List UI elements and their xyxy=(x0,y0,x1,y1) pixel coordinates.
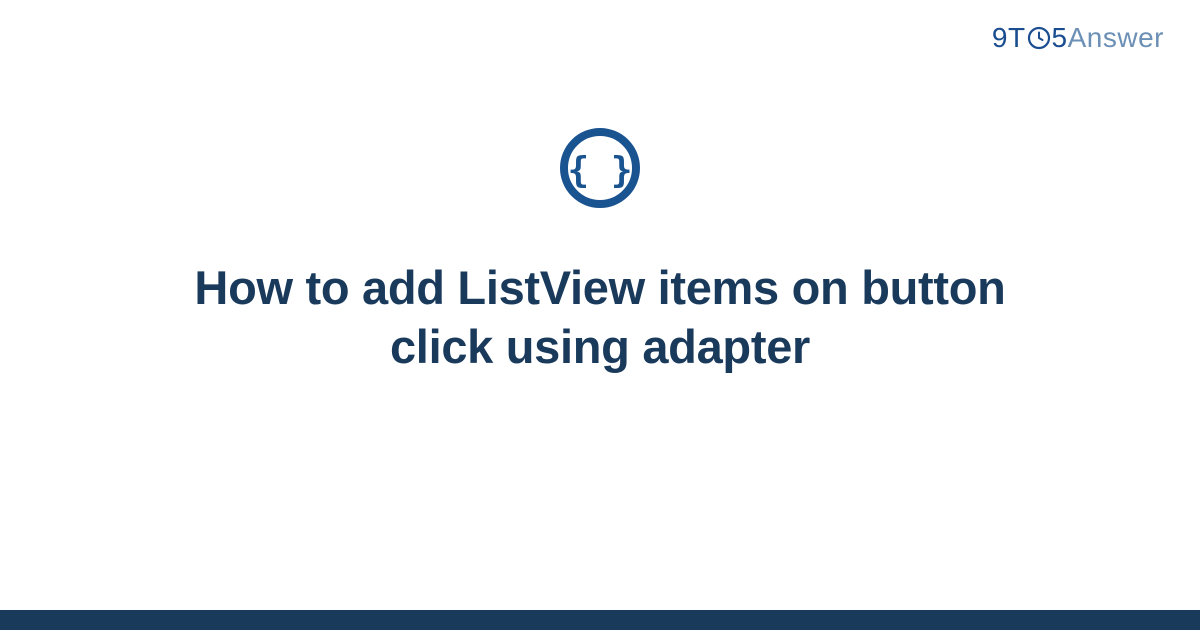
main-content: { } How to add ListView items on button … xyxy=(0,126,1200,377)
brand-nine: 9 xyxy=(992,22,1008,54)
brand-t: T xyxy=(1008,22,1026,54)
brand-logo: 9 T 5 Answer xyxy=(992,22,1164,54)
page-title: How to add ListView items on button clic… xyxy=(150,259,1050,377)
clock-icon xyxy=(1027,26,1051,50)
footer-bar xyxy=(0,610,1200,630)
code-category-icon: { } xyxy=(558,126,642,215)
brand-five: 5 xyxy=(1052,22,1068,54)
svg-text:{ }: { } xyxy=(567,150,632,191)
brand-answer: Answer xyxy=(1068,22,1164,54)
